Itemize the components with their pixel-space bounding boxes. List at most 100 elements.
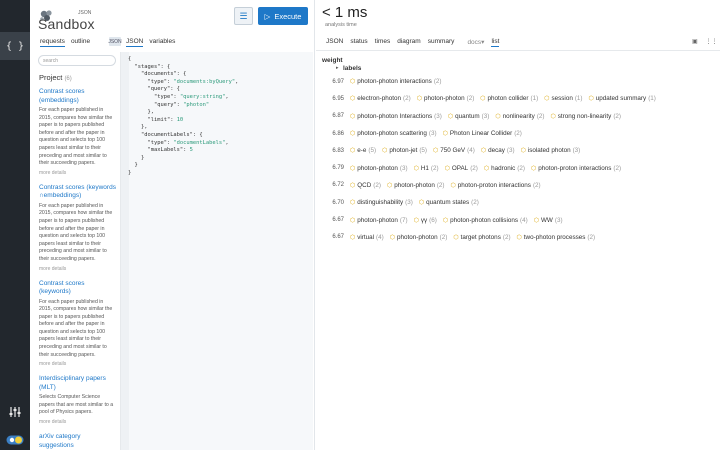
tag-icon: ⬡	[447, 113, 454, 120]
label-count: (2)	[470, 164, 478, 172]
tab-requests[interactable]: requests	[40, 38, 65, 47]
label-chip[interactable]: ⬡ electron-photon (2)	[350, 95, 411, 102]
label-chip[interactable]: ⬡ e-e (5)	[350, 147, 376, 154]
label-chip[interactable]: ⬡ target photons (2)	[453, 234, 510, 241]
list-item[interactable]: arXiv category suggestions	[39, 433, 117, 450]
table-row: 6.67 ⬡ virtual (4) ⬡ photon-photon (2) ⬡ target …	[322, 229, 712, 246]
label-chip[interactable]: ⬡ QCD (2)	[350, 182, 381, 189]
label-text: photon-jet	[389, 147, 418, 155]
label-chip[interactable]: ⬡ Photon Linear Collider (2)	[443, 130, 522, 137]
label-list: ⬡ photon-photon scattering (3) ⬡ Photon Line…	[350, 130, 522, 137]
tab-docs[interactable]: docs▾	[467, 38, 484, 47]
table-row: 6.67 ⬡ photon-photon (7) ⬡ γγ (6) ⬡ photon-photo…	[322, 211, 712, 228]
table-row: 6.83 ⬡ e-e (5) ⬡ photon-jet (5) ⬡ 750 GeV (4) ⬡ dec…	[322, 142, 712, 159]
label-count: (4)	[520, 216, 528, 224]
brand-name: Sandbox	[38, 16, 95, 32]
label-chip[interactable]: ⬡ distinguishability (3)	[350, 199, 413, 206]
label-text: 750 GeV	[440, 147, 466, 155]
label-chip[interactable]: ⬡ photon-photon interactions (2)	[350, 78, 442, 85]
label-text: distinguishability	[357, 199, 404, 207]
tag-icon: ⬡	[413, 217, 419, 224]
options-icon[interactable]: ⋮⋮	[706, 38, 718, 45]
tab-variables[interactable]: variables	[149, 38, 175, 47]
save-icon[interactable]: ▣	[692, 38, 698, 45]
json-tag[interactable]: JSON	[108, 37, 122, 46]
list-item[interactable]: Contrast scores (embeddings) For each pap…	[39, 88, 117, 176]
entry-title[interactable]: Contrast scores (keywords ∩embeddings)	[39, 184, 117, 201]
label-text: session	[551, 95, 573, 103]
sliders-icon[interactable]	[0, 398, 30, 426]
label-chip[interactable]: ⬡ WW (3)	[534, 217, 563, 224]
label-chip[interactable]: ⬡ photon-proton interactions (2)	[451, 182, 541, 189]
label-count: (1)	[648, 95, 656, 103]
label-count: (2)	[502, 233, 511, 241]
label-chip[interactable]: ⬡ photon-photon (2)	[417, 95, 475, 102]
label-count: (1)	[530, 95, 539, 103]
tab-summary[interactable]: summary	[428, 38, 455, 47]
label-chip[interactable]: ⬡ photon-proton interactions (2)	[531, 165, 621, 172]
label-chip[interactable]: ⬡ nonlinearity (2)	[495, 113, 544, 120]
label-chip[interactable]: ⬡ γγ (6)	[414, 217, 437, 224]
label-chip[interactable]: ⬡ virtual (4)	[350, 234, 384, 241]
entry-title[interactable]: Interdisciplinary papers (MLT)	[39, 375, 117, 392]
label-chip[interactable]: ⬡ decay (3)	[481, 147, 515, 154]
search-input[interactable]: search	[38, 55, 116, 66]
label-chip[interactable]: ⬡ H1 (2)	[414, 165, 439, 172]
label-chip[interactable]: ⬡ two-photon processes (2)	[517, 234, 596, 241]
brand: Sandbox JSON	[38, 6, 98, 34]
list-item[interactable]: Contrast scores (keywords) For each paper…	[39, 280, 117, 368]
label-chip[interactable]: ⬡ isolated photon (3)	[521, 147, 581, 154]
list-item[interactable]: Contrast scores (keywords ∩embeddings) Fo…	[39, 184, 117, 272]
more-details-link[interactable]: more details	[39, 361, 117, 367]
label-chip[interactable]: ⬡ photon-jet (5)	[382, 147, 427, 154]
label-chip[interactable]: ⬡ photon-photon (2)	[387, 182, 445, 189]
label-count: (3)	[428, 130, 437, 138]
label-chip[interactable]: ⬡ hadronic (2)	[484, 165, 525, 172]
toggle-icon[interactable]	[0, 426, 30, 450]
label-chip[interactable]: ⬡ photon-photon Interactions (3)	[350, 113, 442, 120]
list-view-button[interactable]: ☰	[234, 7, 253, 25]
project-label: Project	[39, 73, 63, 82]
list-item[interactable]: Interdisciplinary papers (MLT) Selects Co…	[39, 375, 117, 425]
tab-diagram[interactable]: diagram	[397, 38, 420, 47]
entry-title[interactable]: Contrast scores (keywords)	[39, 280, 117, 297]
tab-result-json[interactable]: JSON	[326, 38, 343, 47]
table-row: 6.86 ⬡ photon-photon scattering (3) ⬡ Photon …	[322, 125, 712, 142]
label-chip[interactable]: ⬡ updated summary (1)	[589, 95, 656, 102]
label-chip[interactable]: ⬡ 750 GeV (4)	[433, 147, 475, 154]
more-details-link[interactable]: more details	[39, 170, 117, 176]
label-text: γγ	[420, 216, 428, 224]
weight-value: 6.86	[332, 130, 344, 137]
more-details-link[interactable]: more details	[39, 419, 117, 425]
label-chip[interactable]: ⬡ photon-photon (2)	[390, 234, 448, 241]
label-count: (2)	[514, 130, 522, 138]
label-chip[interactable]: ⬡ OPAL (2)	[445, 165, 478, 172]
label-chip[interactable]: ⬡ photon-photon (3)	[350, 165, 408, 172]
tab-json[interactable]: JSON	[126, 38, 144, 47]
braces-icon[interactable]: { }	[0, 32, 30, 60]
more-details-link[interactable]: more details	[39, 266, 117, 272]
label-chip[interactable]: ⬡ photon-photon scattering (3)	[350, 130, 437, 137]
label-chip[interactable]: ⬡ quantum (3)	[448, 113, 489, 120]
expand-icon[interactable]: ▸	[336, 65, 339, 71]
label-chip[interactable]: ⬡ photon-photon (7)	[350, 217, 408, 224]
label-text: hadronic	[491, 164, 516, 172]
tab-outline[interactable]: outline	[71, 38, 90, 47]
entry-title[interactable]: arXiv category suggestions	[39, 433, 117, 450]
entry-title[interactable]: Contrast scores (embeddings)	[39, 88, 117, 105]
label-chip[interactable]: ⬡ strong non-linearity (2)	[551, 113, 622, 120]
label-chip[interactable]: ⬡ quantum states (2)	[419, 199, 479, 206]
entry-description: For each paper published in 2015, compar…	[39, 107, 113, 167]
json-editor[interactable]: { "stages": { "documents": { "type": "do…	[121, 52, 313, 450]
label-count: (2)	[532, 181, 541, 189]
code-content[interactable]: { "stages": { "documents": { "type": "do…	[128, 56, 238, 178]
execute-button[interactable]: ▷ Execute	[258, 7, 308, 25]
label-chip[interactable]: ⬡ session (1)	[544, 95, 582, 102]
label-chip[interactable]: ⬡ photon collider (1)	[480, 95, 538, 102]
label-chip[interactable]: ⬡ photon-photon collisions (4)	[443, 217, 528, 224]
label-count: (6)	[429, 216, 437, 224]
tab-status[interactable]: status	[350, 38, 367, 47]
label-list: ⬡ electron-photon (2) ⬡ photon-photon (2) ⬡ pho…	[350, 95, 656, 102]
tab-list[interactable]: list	[491, 38, 500, 47]
tab-times[interactable]: times	[375, 38, 391, 47]
